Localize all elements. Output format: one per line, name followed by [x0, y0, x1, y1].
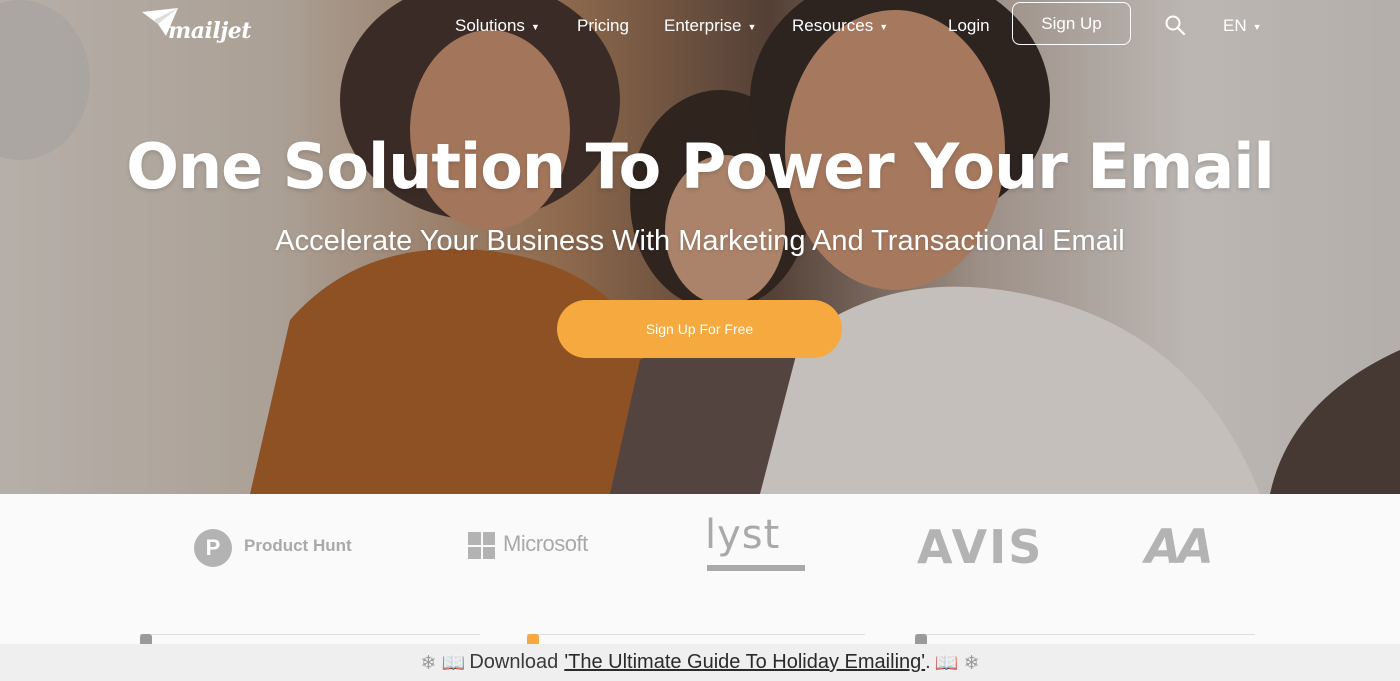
- language-selector[interactable]: EN ▼: [1223, 16, 1262, 36]
- signup-free-button[interactable]: Sign Up For Free: [557, 300, 842, 358]
- feature-card-marker: [527, 634, 539, 644]
- nav-label: Resources: [792, 16, 874, 35]
- feature-card-edge: [140, 634, 480, 635]
- microsoft-icon: [468, 532, 495, 559]
- chevron-down-icon: ▼: [530, 22, 540, 32]
- american-airlines-logo: AA: [1145, 520, 1214, 575]
- feature-card-marker: [915, 634, 927, 644]
- nav-label: Solutions: [455, 16, 525, 35]
- product-hunt-icon: P: [194, 529, 232, 567]
- book-snowflake-icon: 📖 ❄: [934, 652, 980, 674]
- hero-section: mailjet Solutions ▼ Pricing Enterprise ▼ R…: [0, 0, 1400, 494]
- top-navigation: mailjet Solutions ▼ Pricing Enterprise ▼ R…: [0, 0, 1400, 54]
- snowflake-book-icon: ❄ 📖: [420, 652, 466, 674]
- logo-wordmark: mailjet: [168, 18, 251, 44]
- nav-resources[interactable]: Resources ▼: [792, 16, 888, 36]
- product-hunt-logo: Product Hunt: [244, 536, 352, 555]
- microsoft-logo: Microsoft: [503, 531, 588, 556]
- lyst-underline: [707, 565, 805, 571]
- nav-label: Enterprise: [664, 16, 742, 35]
- nav-enterprise[interactable]: Enterprise ▼: [664, 16, 756, 36]
- language-label: EN: [1223, 16, 1247, 35]
- login-link[interactable]: Login: [948, 16, 990, 36]
- avis-logo: AVIS: [917, 520, 1044, 574]
- signup-button[interactable]: Sign Up: [1012, 2, 1131, 45]
- hero-subheadline: Accelerate Your Business With Marketing …: [275, 225, 1125, 257]
- mailjet-logo[interactable]: mailjet: [140, 6, 251, 46]
- feature-card-edge: [527, 634, 865, 635]
- chevron-down-icon: ▼: [879, 22, 889, 32]
- hero-headline: One Solution To Power Your Email: [126, 130, 1274, 203]
- banner-suffix: .: [925, 651, 931, 673]
- chevron-down-icon: ▼: [747, 22, 757, 32]
- feature-card-marker: [140, 634, 152, 644]
- nav-solutions[interactable]: Solutions ▼: [455, 16, 540, 36]
- nav-pricing[interactable]: Pricing: [577, 16, 629, 36]
- lyst-logo: lyst: [705, 512, 781, 558]
- promo-banner: ❄ 📖 Download 'The Ultimate Guide To Holi…: [0, 644, 1400, 681]
- search-icon[interactable]: [1164, 14, 1186, 36]
- guide-download-link[interactable]: 'The Ultimate Guide To Holiday Emailing': [564, 651, 925, 674]
- nav-label: Pricing: [577, 16, 629, 35]
- banner-prefix: Download: [469, 651, 559, 673]
- feature-card-edge: [915, 634, 1255, 635]
- chevron-down-icon: ▼: [1252, 22, 1262, 32]
